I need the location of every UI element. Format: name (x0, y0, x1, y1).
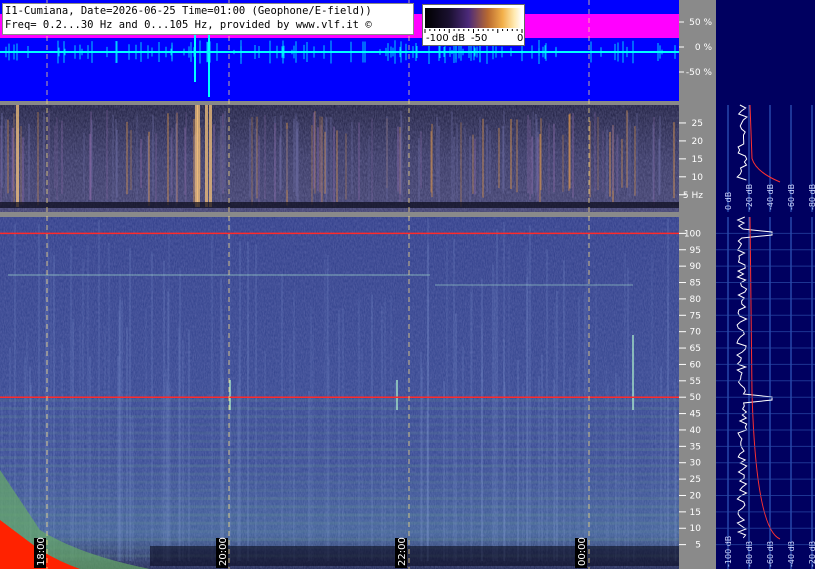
high-freq-tick-label: 70 (690, 328, 702, 338)
vlf-chart: 18:00 20:00 22:00 00:00 50 % 0 % -50 % 25 20 15 1… (0, 0, 815, 569)
panel-divider-lower (0, 212, 679, 217)
panel-divider-upper (0, 101, 679, 105)
low-freq-tick-label: 10 (692, 173, 704, 183)
high-freq-tick-label: 80 (690, 295, 702, 305)
color-scale-bar (425, 8, 522, 28)
low-freq-tick-label: 5 Hz (683, 191, 703, 201)
high-freq-tick-label: 35 (690, 442, 701, 452)
high-freq-tick-label: 10 (690, 524, 702, 534)
low-band-burst (209, 105, 212, 207)
high-side-spectrum-tick-label: -100 dB (724, 536, 733, 567)
low-side-spectrum-tick-label: -20 dB (745, 184, 754, 210)
low-freq-tick-label: 15 (692, 155, 703, 165)
high-freq-tick-label: 55 (690, 377, 701, 387)
low-band-burst (16, 105, 19, 207)
low-side-spectrum-tick-label: -80 dB (808, 184, 815, 210)
legend-label-min: -100 dB (426, 33, 466, 44)
spectrogram-high-panel (0, 217, 679, 569)
low-freq-tick-label: 25 (692, 119, 703, 129)
chart-header: I1-Cumiana, Date=2026-06-25 Time=01:00 (… (2, 3, 414, 35)
low-side-spectrum-tick-label: 0 dB (724, 192, 733, 210)
header-line-2: Freq= 0.2...30 Hz and 0...105 Hz, provid… (5, 19, 372, 31)
high-freq-tick-label: 50 (690, 393, 702, 403)
time-label: 18:00 (36, 537, 47, 566)
high-freq-tick-label: 60 (690, 360, 702, 370)
high-freq-tick-label: 65 (690, 344, 701, 354)
high-freq-tick-label: 5 (695, 541, 701, 551)
high-freq-tick-label: 45 (690, 410, 701, 420)
legend-label-max: 0 (517, 33, 524, 44)
spectrogram-low-panel (0, 105, 679, 212)
amplitude-tick-label: 0 % (695, 43, 713, 53)
high-freq-tick-label: 90 (690, 262, 702, 272)
header-line-1: I1-Cumiana, Date=2026-06-25 Time=01:00 (… (5, 5, 372, 17)
high-freq-tick-label: 40 (690, 426, 702, 436)
high-freq-tick-label: 75 (690, 311, 701, 321)
time-label: 00:00 (577, 537, 588, 566)
high-freq-tick-label: 25 (690, 475, 701, 485)
high-freq-tick-label: 30 (690, 459, 702, 469)
amplitude-tick-label: 50 % (689, 18, 712, 28)
high-freq-tick-label: 20 (690, 491, 702, 501)
low-band-burst (197, 105, 200, 207)
high-freq-tick-label: 95 (690, 246, 701, 256)
high-freq-tick-label: 100 (684, 229, 701, 239)
low-freq-tick-label: 20 (692, 137, 704, 147)
legend-label-mid: -50 (471, 33, 488, 44)
low-band-floor (0, 202, 679, 208)
amplitude-tick-label: -50 % (686, 68, 713, 78)
time-label: 20:00 (218, 537, 229, 566)
right-side-background (716, 0, 815, 569)
time-label: 22:00 (397, 537, 408, 566)
low-side-spectrum-tick-label: -60 dB (787, 184, 796, 210)
color-scale-legend: -100 dB -50 0 (422, 4, 525, 46)
low-side-spectrum-tick-label: -40 dB (766, 184, 775, 210)
high-freq-tick-label: 15 (690, 508, 701, 518)
low-band-burst (205, 105, 208, 207)
high-freq-tick-label: 85 (690, 279, 701, 289)
